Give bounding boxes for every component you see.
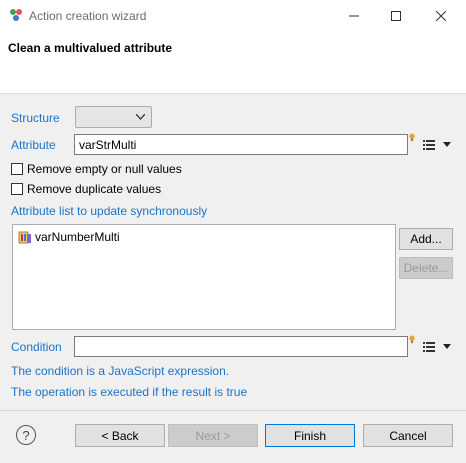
title-bar: Action creation wizard [0, 0, 466, 31]
help-button[interactable]: ? [16, 425, 36, 445]
attribute-input[interactable] [74, 134, 408, 155]
app-icon [10, 9, 22, 21]
page-title: Clean a multivalued attribute [8, 41, 173, 55]
structure-select[interactable] [75, 106, 152, 128]
close-button[interactable] [418, 0, 463, 31]
list-icon [423, 140, 435, 150]
minimize-button[interactable] [331, 0, 376, 31]
finish-button[interactable]: Finish [265, 424, 355, 447]
help-icon: ? [22, 427, 30, 443]
remove-empty-label: Remove empty or null values [27, 162, 182, 176]
close-icon [435, 10, 446, 21]
condition-input[interactable] [74, 336, 408, 357]
sync-list-label: Attribute list to update synchronously [11, 204, 208, 218]
add-button[interactable]: Add... [399, 228, 453, 250]
remove-empty-checkbox[interactable] [11, 163, 23, 175]
condition-list-icon[interactable] [423, 342, 435, 352]
info-text-2: The operation is executed if the result … [11, 385, 248, 399]
lightbulb-icon [409, 133, 415, 142]
window-title: Action creation wizard [29, 9, 147, 23]
minimize-icon [348, 15, 359, 16]
chevron-down-icon [136, 114, 145, 120]
lightbulb-icon [409, 335, 415, 344]
remove-duplicate-checkbox[interactable] [11, 183, 23, 195]
list-item[interactable]: varNumberMulti [18, 230, 120, 244]
delete-button[interactable]: Delete... [399, 257, 453, 279]
maximize-icon [390, 10, 401, 21]
condition-dropdown-arrow-icon[interactable] [443, 344, 451, 349]
cancel-button[interactable]: Cancel [363, 424, 453, 447]
remove-duplicate-label: Remove duplicate values [27, 182, 162, 196]
sync-attribute-list[interactable]: varNumberMulti [12, 224, 396, 330]
list-icon [423, 342, 435, 352]
info-text-1: The condition is a JavaScript expression… [11, 364, 230, 378]
list-item-label: varNumberMulti [35, 230, 120, 244]
attribute-list-icon[interactable] [423, 140, 435, 150]
multivalued-attribute-icon [18, 231, 31, 244]
condition-label: Condition [11, 340, 62, 354]
structure-label: Structure [11, 111, 60, 125]
attribute-label: Attribute [11, 138, 56, 152]
attribute-dropdown-arrow-icon[interactable] [443, 142, 451, 147]
next-button[interactable]: Next > [168, 424, 258, 447]
maximize-button[interactable] [373, 0, 418, 31]
back-button[interactable]: < Back [75, 424, 165, 447]
